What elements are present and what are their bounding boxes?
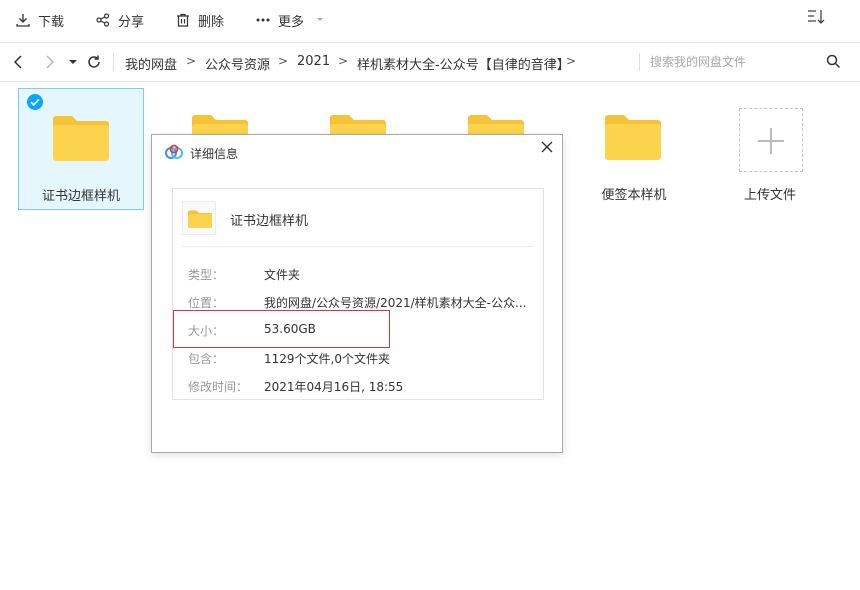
breadcrumb-item[interactable]: 公众号资源 <box>205 54 270 73</box>
close-icon[interactable] <box>539 139 555 155</box>
upload-label: 上传文件 <box>743 188 796 203</box>
share-icon <box>96 13 110 27</box>
forward-arrow-icon[interactable] <box>40 53 58 71</box>
folder-name: 便签本样机 <box>601 188 667 203</box>
search-input[interactable] <box>650 51 810 73</box>
size-label: 大小： <box>188 324 225 338</box>
download-button[interactable]: 下载 <box>16 9 64 31</box>
location-label: 位置： <box>188 296 225 310</box>
plus-icon <box>758 128 784 154</box>
breadcrumb-item[interactable]: 我的网盘 <box>125 54 177 73</box>
navigation-bar: 我的网盘 > 公众号资源 > 2021 > 样机素材大全-公众号【自律的音律】 … <box>0 42 860 82</box>
breadcrumb-separator: > <box>186 54 197 68</box>
breadcrumb-separator: > <box>278 54 289 68</box>
share-label: 分享 <box>118 14 145 30</box>
sort-icon <box>808 10 825 24</box>
location-value: 我的网盘/公众号资源/2021/样机素材大全-公众... <box>264 296 527 310</box>
item-thumbnail <box>182 201 216 235</box>
folder-tile[interactable]: 证书边框样机 <box>18 88 144 210</box>
download-icon <box>16 14 30 27</box>
breadcrumb-separator: > <box>338 54 349 68</box>
contains-value: 1129个文件,0个文件夹 <box>264 352 390 366</box>
history-dropdown-icon[interactable] <box>64 53 82 71</box>
details-dialog: 详细信息 证书边框样机 类型： 文件夹 位置： 我的网盘/公众号资源/2021/… <box>151 134 563 453</box>
breadcrumb-separator: > <box>566 54 577 68</box>
refresh-icon[interactable] <box>85 53 103 71</box>
details-card: 证书边框样机 类型： 文件夹 位置： 我的网盘/公众号资源/2021/样机素材大… <box>172 188 544 400</box>
more-label: 更多 <box>278 14 305 30</box>
more-dots-icon <box>256 18 270 22</box>
type-label: 类型： <box>188 268 225 282</box>
modified-time-value: 2021年04月16日, 18:55 <box>264 380 404 394</box>
item-name: 证书边框样机 <box>230 214 309 229</box>
folder-icon <box>53 116 109 161</box>
divider <box>113 53 114 71</box>
type-value: 文件夹 <box>264 268 301 282</box>
divider <box>639 53 640 71</box>
back-arrow-icon[interactable] <box>10 53 28 71</box>
delete-label: 删除 <box>198 14 225 30</box>
share-button[interactable]: 分享 <box>96 9 144 31</box>
sort-button[interactable] <box>806 8 828 28</box>
modified-time-label: 修改时间： <box>188 380 249 394</box>
toolbar: 下载 分享 删除 更多 <box>0 0 860 40</box>
trash-icon <box>177 13 189 27</box>
folder-name: 证书边框样机 <box>41 189 120 204</box>
size-value: 53.60GB <box>264 322 316 336</box>
folder-icon <box>188 210 212 228</box>
download-label: 下载 <box>38 14 65 30</box>
more-button[interactable]: 更多 <box>256 9 324 31</box>
caret-down-icon <box>317 18 324 21</box>
contains-label: 包含： <box>188 352 225 366</box>
delete-button[interactable]: 删除 <box>176 9 224 31</box>
upload-button[interactable] <box>739 108 803 172</box>
checkmark-icon[interactable] <box>27 94 43 110</box>
dialog-title: 详细信息 <box>190 147 239 161</box>
breadcrumb-item[interactable]: 2021 <box>297 54 330 69</box>
folder-tile[interactable]: 便签本样机 <box>571 88 697 210</box>
divider <box>182 246 534 247</box>
baidu-netdisk-logo-icon <box>165 144 183 159</box>
folder-icon <box>605 115 661 160</box>
search-icon[interactable] <box>826 54 841 69</box>
breadcrumb-item[interactable]: 样机素材大全-公众号【自律的音律】 <box>357 54 570 73</box>
